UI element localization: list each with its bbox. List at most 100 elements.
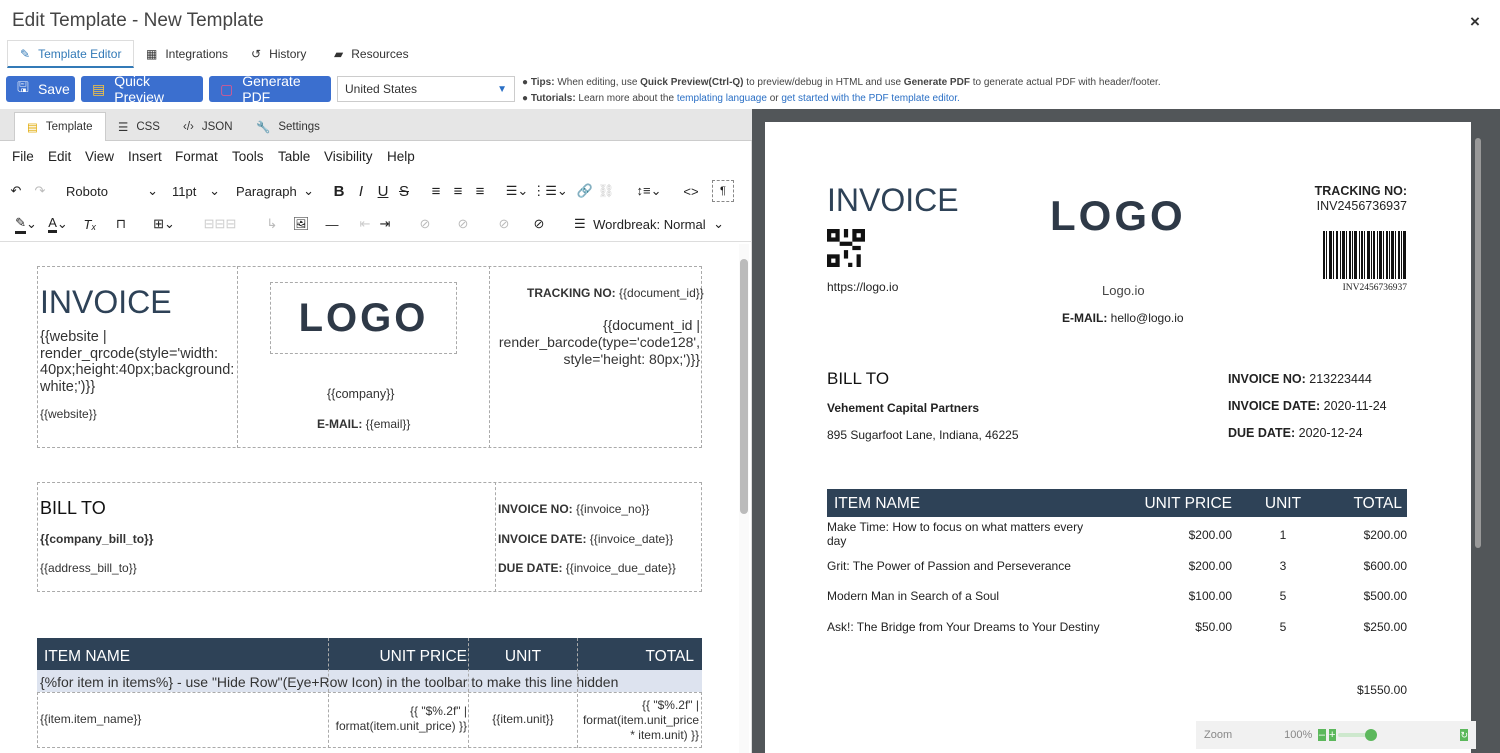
preview-page: INVOICE https://logo.io LOGO Logo.io E-M… (765, 122, 1471, 753)
close-icon[interactable]: × (1470, 12, 1480, 32)
zoom-in-button[interactable]: + (1328, 729, 1336, 741)
zoom-reset-icon[interactable]: ↻ (1460, 729, 1468, 741)
tab-resources[interactable]: ▰ Resources (322, 40, 421, 68)
undo-icon[interactable]: ↶ (6, 178, 26, 204)
align-right-icon[interactable]: ≡ (471, 178, 489, 204)
menu-format[interactable]: Format (175, 149, 218, 164)
source-code-icon[interactable]: <> (680, 178, 702, 204)
quick-preview-button[interactable]: ▤ Quick Preview (81, 73, 203, 105)
menu-table[interactable]: Table (278, 149, 310, 164)
align-center-icon[interactable]: ≡ (449, 178, 467, 204)
outdent-icon[interactable]: ⇤ (356, 211, 374, 237)
zoom-slider[interactable] (1337, 729, 1377, 741)
preview-due-date-label: DUE DATE: (1228, 426, 1296, 440)
due-date-label: DUE DATE: (498, 561, 563, 575)
text-color-icon[interactable]: A ⌄ (43, 211, 73, 237)
due-date-tag: {{invoice_due_date}} (565, 561, 676, 575)
indent-icon[interactable]: ⇥ (376, 211, 394, 237)
invoice-date-tag: {{invoice_date}} (589, 532, 674, 546)
preview-tracking-label: TRACKING NO: (1314, 184, 1407, 198)
page-break-icon[interactable]: ⊓ (110, 211, 132, 237)
divider (495, 482, 496, 592)
column-unit: UNIT (504, 648, 542, 665)
chevron-down-icon: ⌄ (303, 183, 314, 198)
image-icon[interactable]: 🖼 (290, 211, 312, 237)
template-icon: ▤ (27, 122, 38, 134)
highlight-color-icon[interactable]: ✎ ⌄ (8, 211, 44, 237)
generate-pdf-button[interactable]: ▢ Generate PDF (209, 73, 331, 105)
item-price-tag: {{ "$%.2f" | format(item.unit_price) }} (335, 704, 467, 733)
qr-code-tag: {{website | render_qrcode(style='width: … (40, 329, 235, 396)
get-started-link[interactable]: get started with the PDF template editor… (781, 93, 959, 104)
code-icon: ‹/› (183, 120, 194, 133)
website-tag: {{website}} (40, 407, 97, 421)
company-tag: {{company}} (327, 387, 395, 401)
tab-integrations[interactable]: ▦ Integrations (134, 40, 240, 68)
link-icon[interactable]: 🔗 (576, 178, 594, 204)
table-insert-icon[interactable]: ⊞⌄ (146, 211, 182, 237)
clear-format-icon[interactable]: Tₓ (80, 211, 100, 237)
templating-language-link[interactable]: templating language (677, 93, 767, 104)
italic-icon[interactable]: I (352, 178, 370, 204)
bullet-list-icon[interactable]: ☰⌄ (502, 178, 532, 204)
hide-div-icon[interactable]: ⊘ (528, 211, 550, 237)
show-blocks-icon[interactable]: ¶ (712, 180, 734, 202)
item-total: $250.00 (1363, 620, 1407, 634)
editor-scrollbar[interactable] (739, 244, 749, 753)
underline-icon[interactable]: U (374, 178, 392, 204)
menu-help[interactable]: Help (387, 149, 415, 164)
zoom-out-button[interactable]: – (1318, 729, 1326, 741)
wrench-icon: 🔧 (256, 121, 271, 134)
subtab-template[interactable]: ▤ Template (14, 112, 106, 141)
preview-scrollbar[interactable] (1473, 122, 1483, 753)
editor-canvas[interactable]: INVOICE {{website | render_qrcode(style=… (0, 244, 738, 753)
country-select[interactable]: United States ▼ (337, 76, 515, 102)
css-icon: ☰ (118, 121, 129, 134)
invoice-no-tag: {{invoice_no}} (576, 502, 650, 516)
font-size-select[interactable]: 11pt ⌄ (166, 178, 226, 204)
preview-invoice-no: 213223444 (1309, 372, 1372, 386)
zoom-slider-handle[interactable] (1364, 729, 1377, 741)
block-format-select[interactable]: Paragraph ⌄ (230, 178, 320, 204)
pdf-icon: ▢ (220, 80, 234, 97)
bold-icon[interactable]: B (330, 178, 348, 204)
menu-edit[interactable]: Edit (48, 149, 71, 164)
tab-template-editor[interactable]: ✎ Template Editor (7, 40, 135, 68)
item-total-tag: {{ "$%.2f" | format(item.unit_price * it… (582, 698, 699, 742)
item-unit: 1 (1279, 528, 1287, 542)
tutorials-line: ● Tutorials: Learn more about the templa… (522, 93, 960, 104)
hide-row-icon[interactable]: ⊘ (414, 211, 436, 237)
tab-history[interactable]: ↺ History (239, 40, 318, 68)
preview-bill-to-heading: BILL TO (827, 369, 890, 388)
save-button[interactable]: 🖫 Save (6, 76, 75, 102)
redo-icon[interactable]: ↷ (30, 178, 50, 204)
menu-view[interactable]: View (85, 149, 114, 164)
numbered-list-icon[interactable]: ⋮☰⌄ (532, 178, 568, 204)
strikethrough-icon[interactable]: S (395, 178, 413, 204)
company-bill-to-tag: {{company_bill_to}} (40, 532, 154, 546)
menu-insert[interactable]: Insert (128, 149, 162, 164)
image-transform-icon[interactable]: ↳ (262, 211, 282, 237)
font-select[interactable]: Roboto ⌄ (58, 178, 166, 204)
divider (577, 638, 578, 748)
menu-tools[interactable]: Tools (232, 149, 264, 164)
subtab-settings[interactable]: 🔧 Settings (244, 112, 332, 141)
wordbreak-select[interactable]: ☰ Wordbreak: Normal ⌄ (566, 211, 732, 237)
preview-col-item: ITEM NAME (834, 495, 921, 512)
subtab-css[interactable]: ☰ CSS (106, 112, 172, 141)
subtab-json[interactable]: ‹/› JSON (171, 112, 245, 141)
hide-paragraph-icon[interactable]: ⊘ (452, 211, 474, 237)
table-row-icons[interactable]: ⊟⊟⊟ (188, 211, 252, 237)
menu-visibility[interactable]: Visibility (324, 149, 373, 164)
tracking-tag: {{document_id}} (619, 286, 704, 300)
horizontal-rule-icon[interactable]: — (322, 211, 342, 237)
preview-due-date: 2020-12-24 (1298, 426, 1363, 440)
hide-pre-icon[interactable]: ⊘ (493, 211, 515, 237)
unlink-icon[interactable]: ⛓ (597, 178, 615, 204)
align-left-icon[interactable]: ≡ (427, 178, 445, 204)
item-name: Grit: The Power of Passion and Persevera… (827, 559, 1071, 573)
zoom-control: Zoom 100% – + ↻ (1196, 721, 1476, 749)
window-title: Edit Template - New Template (12, 10, 264, 31)
menu-file[interactable]: File (12, 149, 34, 164)
line-height-icon[interactable]: ↕≡⌄ (630, 178, 668, 204)
